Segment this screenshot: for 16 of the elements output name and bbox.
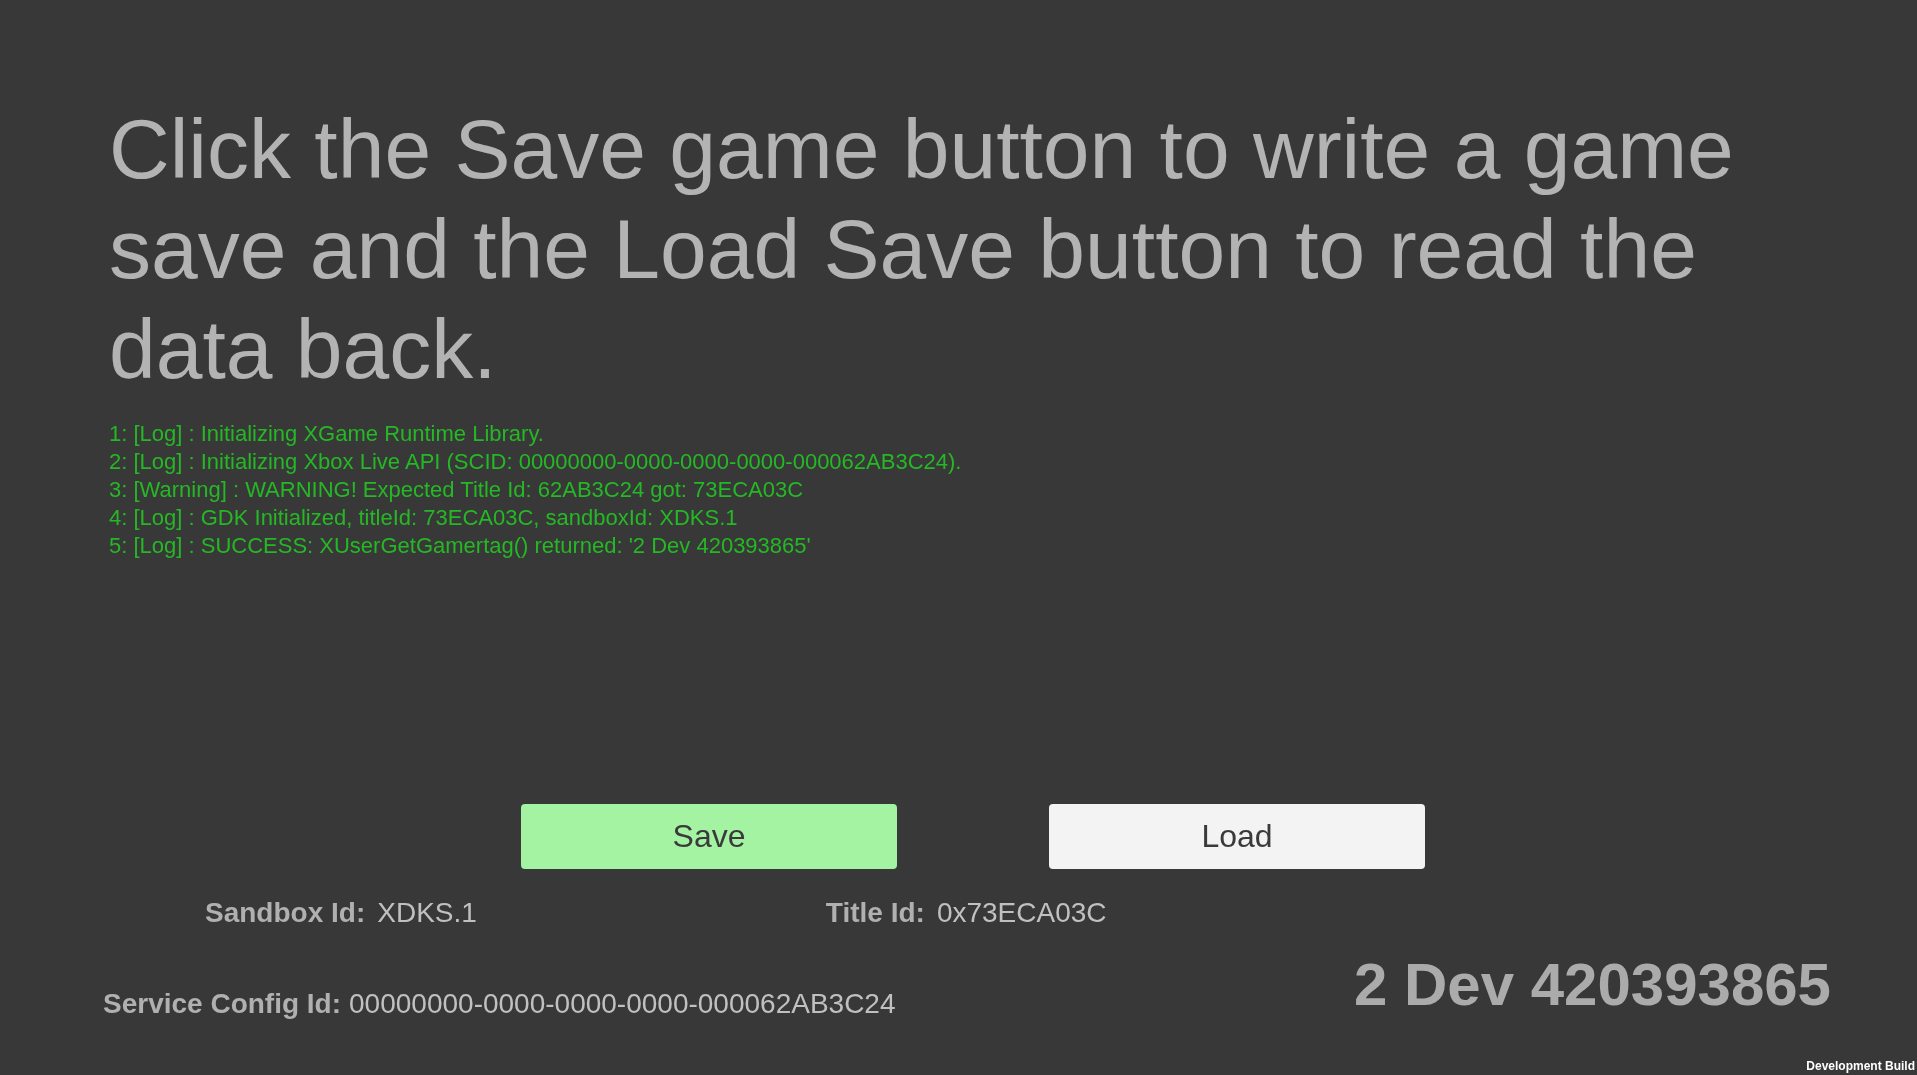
field-label: Service Config Id: [103,988,342,1020]
log-line: 1: [Log] : Initializing XGame Runtime Library. [109,420,544,448]
log-line: 5: [Log] : SUCCESS: XUserGetGamertag() returned: '2 Dev 420393865' [109,532,811,560]
log-line: 3: [Warning] : WARNING! Expected Title Id: 62AB3C24 got: 73ECA03C [109,476,804,504]
gamertag-text: 2 Dev 420393865 [1353,950,1831,1020]
log-line: 2: [Log] : Initializing Xbox Live API (SCID: 00000000-0000-0000-0000-000062AB3C24). [109,448,962,476]
field-label: Title Id: [825,897,925,929]
field-value: XDKS.1 [377,897,477,929]
field-label: Sandbox Id: [205,897,366,929]
instruction-text: Click the Save game button to write a game save and the Load Save button to read the data back. [108,101,1735,398]
action-button[interactable]: Save [521,804,897,869]
field-value: 00000000-0000-0000-0000-000062AB3C24 [349,988,896,1020]
build-label: Development Build [1806,1059,1915,1073]
field-value: 0x73ECA03C [936,897,1107,929]
log-line: 4: [Log] : GDK Initialized, titleId: 73ECA03C, sandboxId: XDKS.1 [109,504,738,532]
action-button[interactable]: Load [1049,804,1425,869]
